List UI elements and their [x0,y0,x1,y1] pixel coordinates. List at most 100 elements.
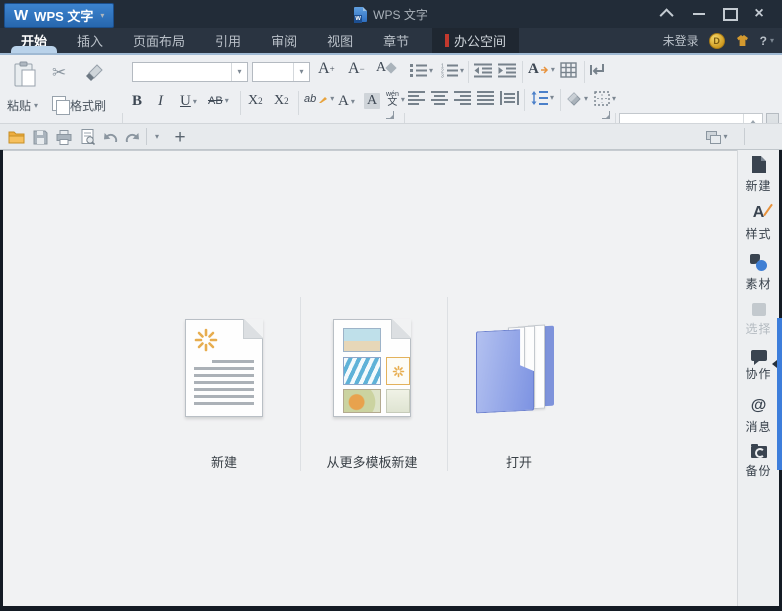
template-thumbnail-plant [386,389,410,413]
new-document-icon [185,319,263,417]
scissors-icon: ✂ [52,63,67,82]
phonetic-guide-button[interactable]: wén 文 ▾ [386,91,405,108]
divider [240,91,241,115]
switch-window-button[interactable]: ▾ [700,127,734,147]
app-menu-button[interactable]: W WPS 文字 ▾ [4,3,115,28]
format-painter-button[interactable]: 格式刷 [70,97,106,114]
asterisk-icon [194,328,218,352]
paste-button[interactable] [14,61,36,87]
shading-button[interactable]: ▾ [566,91,588,106]
chevron-down-icon: ▾ [192,96,197,106]
skin-icon[interactable] [735,34,750,47]
maximize-button[interactable] [717,5,743,23]
cut-button[interactable]: ✂ [52,63,66,83]
workspace-tab-label: 办公空间 [454,34,507,49]
chevron-down-icon[interactable]: ▾ [293,63,309,81]
collapse-window-button[interactable] [655,5,681,23]
decrease-indent-button[interactable] [474,63,492,78]
clear-format-button[interactable]: A [376,60,397,76]
print-button[interactable] [54,127,74,147]
launcher-label: 新建 [210,455,237,470]
font-dialog-launcher[interactable] [386,111,394,119]
text-direction-button[interactable]: A ▾ [528,61,555,78]
close-button[interactable]: × [746,5,772,23]
tab-page-layout[interactable]: 页面布局 [118,28,200,53]
open-document-button[interactable]: 打开 [448,297,590,473]
login-status[interactable]: 未登录 [663,32,699,49]
justify-button[interactable] [477,91,494,105]
styles-icon: A [753,203,774,221]
bold-button[interactable]: B [132,93,142,110]
shrink-font-button[interactable]: A − [348,60,365,78]
minimize-button[interactable] [686,5,712,23]
tab-review[interactable]: 审阅 [256,28,312,53]
maximize-icon [722,7,738,21]
customize-toolbar-button[interactable]: ▾ [150,127,164,147]
sidebar-edge-strip[interactable] [777,318,782,470]
sidebar-item-new[interactable]: 新建 [738,156,779,194]
new-tab-button[interactable]: + [170,127,190,147]
divider [298,91,299,115]
new-from-template-button[interactable]: 从更多模板新建 [301,297,443,473]
superscript-button[interactable]: X2 [248,93,263,109]
borders-button[interactable]: ▾ [594,91,616,106]
char-shading-button[interactable]: A [364,93,381,109]
paragraph-dialog-launcher[interactable] [602,111,610,119]
right-sidebar: 新建 A 样式 素材 选择 协作 @ 消息 备份 [737,150,779,606]
distribute-button[interactable] [500,91,519,105]
font-color-button[interactable]: A ▾ [338,93,355,110]
paste-label-button[interactable]: 粘贴 ▾ [7,97,38,114]
tab-office-space[interactable]: 办公空间 [432,28,520,53]
font-name-combo[interactable]: ▾ [132,62,248,82]
tab-home[interactable]: 开始 [6,28,62,53]
italic-button[interactable]: I [158,93,163,110]
chevron-down-icon[interactable]: ▾ [231,63,247,81]
font-size-combo[interactable]: ▾ [252,62,310,82]
new-document-button[interactable]: 新建 [153,297,295,473]
grow-font-button[interactable]: A + [318,60,335,78]
ribbon-tabs: 开始 插入 页面布局 引用 审阅 视图 章节 [6,28,424,53]
tab-section[interactable]: 章节 [368,28,424,53]
divider [522,61,523,83]
tab-view[interactable]: 视图 [312,28,368,53]
sidebar-item-materials[interactable]: 素材 [738,254,779,292]
document-title: WPS 文字 [373,7,428,22]
numbered-list-button[interactable]: 123 ▾ [441,63,464,79]
svg-text:3: 3 [441,74,444,79]
sidebar-item-styles[interactable]: A 样式 [738,203,779,242]
undo-button[interactable] [100,127,120,147]
tab-references[interactable]: 引用 [200,28,256,53]
print-preview-button[interactable] [78,127,98,147]
format-painter-icon [84,61,106,83]
line-spacing-button[interactable]: ▾ [531,91,554,105]
strikethrough-button[interactable]: AB ▾ [208,95,229,107]
open-button[interactable] [6,127,26,147]
subscript-button[interactable]: X2 [274,93,289,109]
chevron-down-icon: ▾ [34,100,39,110]
ribbon-tab-bar: 开始 插入 页面布局 引用 审阅 视图 章节 办公空间 未登录 D ? ▾ [0,28,782,53]
minimize-icon [693,13,705,15]
copy-button[interactable] [52,96,70,115]
close-icon: × [754,5,764,22]
help-button[interactable]: ? ▾ [760,34,774,48]
open-folder-icon [476,321,562,415]
save-button[interactable] [30,127,50,147]
increase-indent-button[interactable] [498,63,516,78]
show-marks-button[interactable] [590,62,606,78]
align-left-button[interactable] [408,91,425,105]
wps-coin-icon[interactable]: D [708,32,725,49]
underline-button[interactable]: U ▾ [180,93,197,110]
bullet-list-button[interactable]: ▾ [410,63,433,78]
insert-table-button[interactable] [560,62,577,78]
ribbon: 粘贴 ▾ ✂ 格式刷 ▾ ▾ A + A − A B I U ▾ AB ▾ X … [0,53,782,173]
sidebar-item-backup[interactable]: 备份 [738,444,779,479]
highlight-button[interactable]: ab ▾ [304,93,334,105]
align-center-button[interactable] [431,91,448,105]
redo-button[interactable] [122,127,142,147]
wps-writer-window: WPS 文字 W WPS 文字 ▾ × 开始 插入 页面布局 引用 审阅 视图 … [0,0,782,611]
workspace-red-marker [445,34,449,47]
align-right-button[interactable] [454,91,471,105]
sidebar-item-messages[interactable]: @ 消息 [738,398,779,435]
divider [146,128,147,145]
tab-insert[interactable]: 插入 [62,28,118,53]
